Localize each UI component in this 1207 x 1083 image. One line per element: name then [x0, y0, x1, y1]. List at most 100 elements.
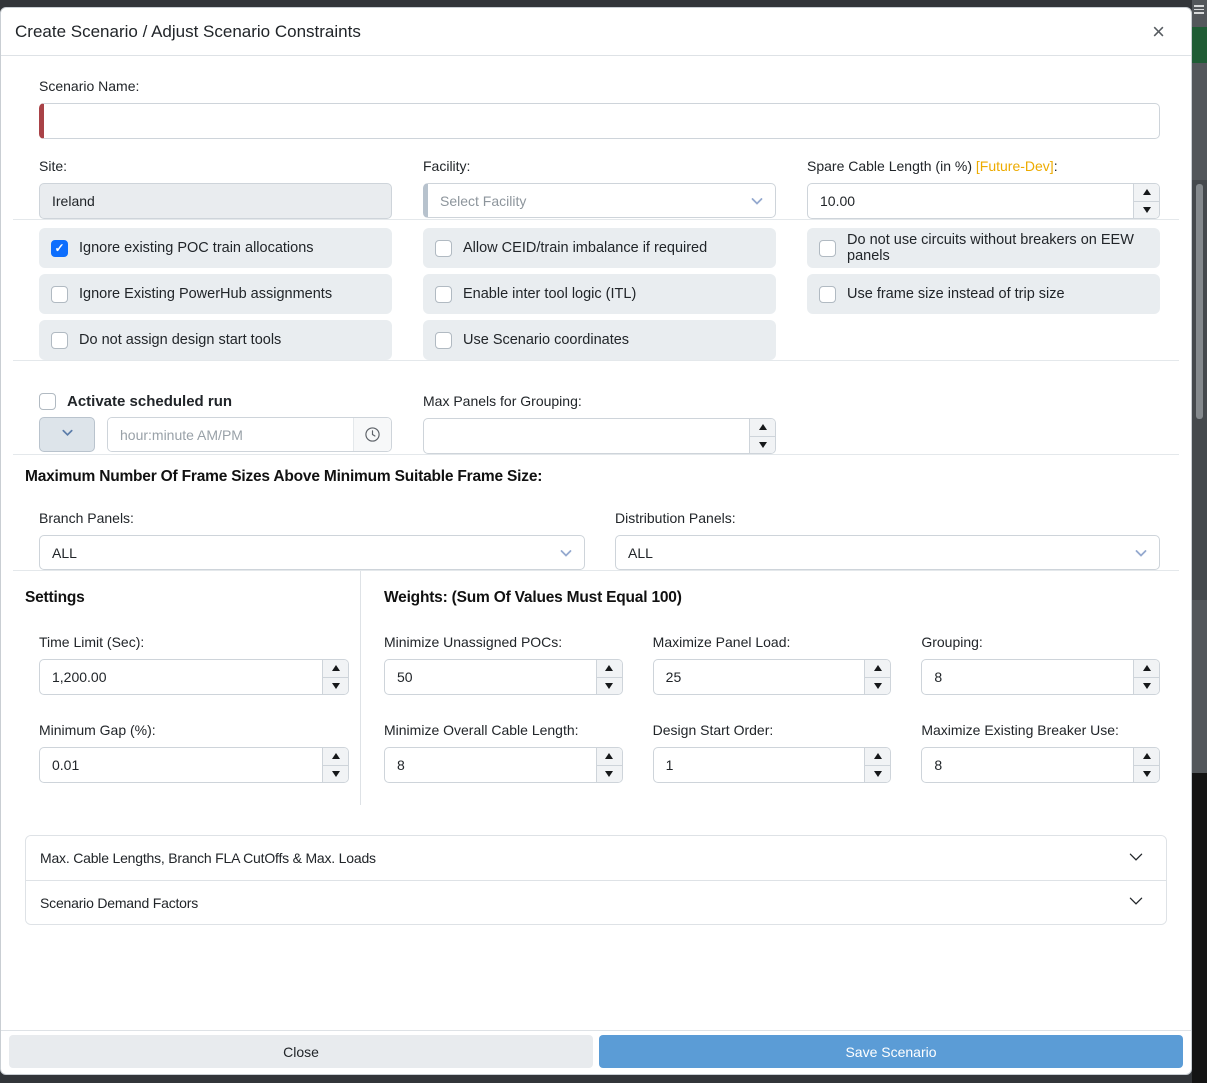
checkbox-no-circuits-without-breakers[interactable]: Do not use circuits without breakers on …: [807, 228, 1160, 268]
spinner-up-icon[interactable]: [597, 748, 622, 765]
divider: [13, 454, 1179, 455]
clock-icon[interactable]: [353, 418, 391, 451]
spinner-up-icon[interactable]: [323, 660, 348, 677]
spinner-down-icon[interactable]: [323, 765, 348, 783]
weight-spinner: [1133, 660, 1159, 694]
facility-placeholder: Select Facility: [440, 193, 526, 209]
minimize-unassigned-pocs-label: Minimize Unassigned POCs:: [384, 634, 623, 650]
checkbox-ignore-poc-train[interactable]: ✓ Ignore existing POC train allocations: [39, 228, 392, 268]
checkbox-unchecked-icon[interactable]: [435, 240, 452, 257]
spinner-down-icon[interactable]: [1134, 765, 1159, 783]
close-button[interactable]: Close: [9, 1035, 593, 1068]
save-scenario-button[interactable]: Save Scenario: [599, 1035, 1183, 1068]
spinner-down-icon[interactable]: [865, 677, 890, 695]
checkbox-allow-ceid-imbalance[interactable]: Allow CEID/train imbalance if required: [423, 228, 776, 268]
spare-cable-label: Spare Cable Length (in %) [Future-Dev]:: [807, 158, 1160, 174]
checkbox-unchecked-icon[interactable]: [435, 332, 452, 349]
weight-spinner: [596, 660, 622, 694]
design-start-order-input[interactable]: [653, 747, 892, 783]
background-dark-area: [1192, 773, 1207, 1083]
schedule-time-input[interactable]: [108, 418, 353, 451]
background-page-edge: [1192, 0, 1207, 1083]
max-panels-spinner: [749, 419, 775, 453]
spinner-up-icon[interactable]: [1134, 748, 1159, 765]
maximize-breaker-use-input[interactable]: [921, 747, 1160, 783]
chevron-down-icon: [558, 545, 574, 561]
min-gap-input[interactable]: [39, 747, 349, 783]
background-highlight-block: [1192, 27, 1207, 63]
page-scrollbar-thumb[interactable]: [1196, 184, 1203, 419]
spare-cable-input[interactable]: [807, 183, 1160, 219]
spinner-down-icon[interactable]: [597, 677, 622, 695]
accordion-cable-lengths[interactable]: Max. Cable Lengths, Branch FLA CutOffs &…: [26, 836, 1166, 880]
maximize-panel-load-input[interactable]: [653, 659, 892, 695]
time-limit-spinner: [322, 660, 348, 694]
minimize-cable-length-label: Minimize Overall Cable Length:: [384, 722, 623, 738]
background-menu-icon: [1194, 3, 1204, 16]
spinner-down-icon[interactable]: [750, 436, 775, 454]
scenario-name-label: Scenario Name:: [39, 78, 1160, 94]
modal-body: Scenario Name: Site: Facility: Select Fa…: [1, 56, 1191, 1030]
branch-panels-select[interactable]: ALL: [39, 535, 585, 570]
chevron-down-icon: [1133, 545, 1149, 561]
spinner-up-icon[interactable]: [865, 748, 890, 765]
checkbox-use-frame-size[interactable]: Use frame size instead of trip size: [807, 274, 1160, 314]
close-icon[interactable]: ×: [1152, 21, 1165, 43]
spinner-up-icon[interactable]: [597, 660, 622, 677]
accordion-demand-factors[interactable]: Scenario Demand Factors: [26, 880, 1166, 924]
schedule-frequency-select[interactable]: [39, 417, 95, 452]
settings-section: Settings Time Limit (Sec): Minimum Gap (…: [1, 571, 361, 805]
facility-select[interactable]: Select Facility: [423, 183, 776, 218]
branch-panels-value: ALL: [52, 545, 77, 561]
checkbox-no-design-start-tools[interactable]: Do not assign design start tools: [39, 320, 392, 360]
spinner-up-icon[interactable]: [865, 660, 890, 677]
checkbox-unchecked-icon[interactable]: [51, 286, 68, 303]
design-start-order-label: Design Start Order:: [653, 722, 892, 738]
settings-heading: Settings: [25, 589, 348, 607]
weight-spinner: [1133, 748, 1159, 782]
max-panels-label: Max Panels for Grouping:: [423, 393, 776, 409]
max-panels-input[interactable]: [423, 418, 776, 454]
distribution-panels-select[interactable]: ALL: [615, 535, 1160, 570]
weight-spinner: [864, 748, 890, 782]
spinner-up-icon[interactable]: [1134, 184, 1159, 201]
spinner-up-icon[interactable]: [323, 748, 348, 765]
grouping-label: Grouping:: [921, 634, 1160, 650]
site-input: [39, 183, 392, 219]
checkbox-unchecked-icon[interactable]: [819, 240, 836, 257]
accordion-group: Max. Cable Lengths, Branch FLA CutOffs &…: [25, 835, 1167, 925]
scenario-name-input[interactable]: [39, 103, 1160, 139]
min-gap-label: Minimum Gap (%):: [39, 722, 349, 738]
minimize-cable-length-input[interactable]: [384, 747, 623, 783]
maximize-breaker-use-label: Maximize Existing Breaker Use:: [921, 722, 1160, 738]
facility-label: Facility:: [423, 158, 776, 174]
checkbox-unchecked-icon[interactable]: [51, 332, 68, 349]
spinner-down-icon[interactable]: [323, 677, 348, 695]
schedule-time-group: [107, 417, 392, 452]
spinner-down-icon[interactable]: [1134, 201, 1159, 219]
grouping-input[interactable]: [921, 659, 1160, 695]
minimize-unassigned-pocs-input[interactable]: [384, 659, 623, 695]
future-dev-tag: [Future-Dev]: [976, 158, 1054, 174]
weight-spinner: [864, 660, 890, 694]
checkbox-use-scenario-coordinates[interactable]: Use Scenario coordinates: [423, 320, 776, 360]
time-limit-input[interactable]: [39, 659, 349, 695]
spinner-down-icon[interactable]: [597, 765, 622, 783]
checkbox-unchecked-icon[interactable]: [39, 393, 56, 410]
spinner-down-icon[interactable]: [1134, 677, 1159, 695]
min-gap-spinner: [322, 748, 348, 782]
checkbox-unchecked-icon[interactable]: [435, 286, 452, 303]
modal-footer: Close Save Scenario: [1, 1030, 1191, 1074]
chevron-down-icon: [1127, 848, 1145, 869]
checkbox-ignore-powerhub[interactable]: Ignore Existing PowerHub assignments: [39, 274, 392, 314]
checkbox-unchecked-icon[interactable]: [819, 286, 836, 303]
spare-cable-spinner: [1133, 184, 1159, 218]
spinner-up-icon[interactable]: [1134, 660, 1159, 677]
spinner-up-icon[interactable]: [750, 419, 775, 436]
weights-section: Weights: (Sum Of Values Must Equal 100) …: [361, 571, 1191, 805]
site-label: Site:: [39, 158, 392, 174]
checkbox-checked-icon[interactable]: ✓: [51, 240, 68, 257]
spinner-down-icon[interactable]: [865, 765, 890, 783]
checkbox-enable-itl[interactable]: Enable inter tool logic (ITL): [423, 274, 776, 314]
modal-header: Create Scenario / Adjust Scenario Constr…: [1, 8, 1191, 56]
